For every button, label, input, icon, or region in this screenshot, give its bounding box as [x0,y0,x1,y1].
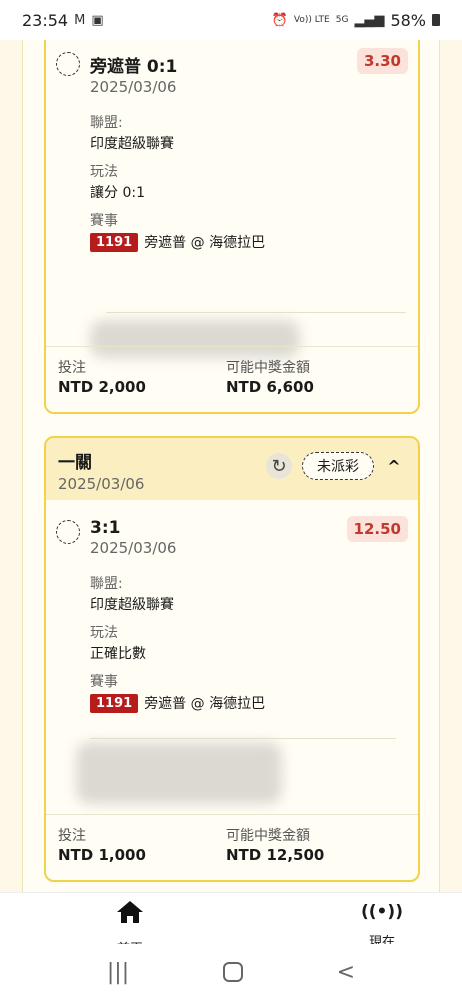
back-icon[interactable]: < [337,960,355,985]
payout-label: 可能中獎金額 [226,360,310,376]
odds-badge: 12.50 [346,516,408,542]
stake-value: NTD 1,000 [58,846,146,864]
home-icon [90,899,170,932]
alarm-icon: ⏰ [271,12,288,28]
league-label: 聯盟: [90,115,123,131]
payout-label: 可能中獎金額 [226,828,310,844]
divider [106,312,406,313]
home-button-icon[interactable] [222,962,243,982]
market-value: 正確比數 [90,646,146,662]
bet-card: 一關 2025/03/06 ↻ 未派彩 ^ 12.50 3:1 2025/03/… [44,436,420,882]
payout-value: NTD 6,600 [226,378,314,396]
bet-footer: 投注 NTD 1,000 可能中獎金額 NTD 12,500 [46,814,418,880]
refresh-icon[interactable]: ↻ [266,453,292,479]
match-name: 旁遮普 @ 海德拉巴 [144,235,266,251]
bet-selection: 3.30 旁遮普 0:1 2025/03/06 聯盟: 印度超級聯賽 玩法 讓分… [46,40,418,252]
market-value: 讓分 0:1 [90,185,145,201]
broadcast-icon: ((•)) [361,902,403,922]
nav-live-label: 現在 [368,935,395,944]
match-name: 旁遮普 @ 海德拉巴 [144,696,266,712]
selection-date: 2025/03/06 [90,78,177,96]
bet-footer: 投注 NTD 2,000 可能中獎金額 NTD 6,600 [46,346,418,412]
league-label: 聯盟: [90,576,123,592]
recent-apps-icon[interactable]: ||| [107,960,129,985]
battery-percent: 58% [390,10,426,30]
stake-label: 投注 [58,828,86,844]
league-value: 印度超級聯賽 [90,597,174,613]
5g-indicator: 5G [335,14,349,25]
bet-list-panel: 3.30 旁遮普 0:1 2025/03/06 聯盟: 印度超級聯賽 玩法 讓分… [22,40,440,892]
status-bar: 23:54 M ▣ ⏰ Vo)) LTE 5G ▂▄▆ 58% [0,0,462,40]
selection-radio[interactable] [56,52,80,76]
chevron-up-icon[interactable]: ^ [384,457,404,476]
battery-icon [432,14,440,26]
selection-radio[interactable] [56,520,80,544]
nav-home[interactable]: 首頁 [90,899,170,944]
match-id-badge: 1191 [90,232,139,252]
divider [90,738,396,739]
gmail-icon: M [74,12,86,28]
clock: 23:54 [22,10,69,30]
payout-value: NTD 12,500 [226,846,325,864]
bet-list[interactable]: 3.30 旁遮普 0:1 2025/03/06 聯盟: 印度超級聯賽 玩法 讓分… [0,40,462,892]
league-value: 印度超級聯賽 [90,136,174,152]
signal-icon: ▂▄▆ [354,12,385,28]
event-label: 賽事 [90,213,118,229]
odds-badge: 3.30 [356,48,408,74]
volte-indicator: Vo)) LTE [293,14,330,25]
event-label: 賽事 [90,674,118,690]
stake-label: 投注 [58,360,86,376]
market-label: 玩法 [90,625,118,641]
match-id-badge: 1191 [90,693,139,713]
stake-value: NTD 2,000 [58,378,146,396]
bottom-nav: 首頁 ((•)) 現在 [0,892,462,944]
bet-card-header[interactable]: 一關 2025/03/06 ↻ 未派彩 ^ [46,438,418,500]
bet-card: 3.30 旁遮普 0:1 2025/03/06 聯盟: 印度超級聯賽 玩法 讓分… [44,40,420,414]
market-label: 玩法 [90,164,118,180]
nav-live[interactable]: ((•)) 現在 [342,899,422,944]
redacted-info [76,742,282,804]
image-icon: ▣ [91,12,104,28]
bet-selection: 12.50 3:1 2025/03/06 聯盟: 印度超級聯賽 玩法 正確比數 … [46,500,418,713]
system-nav-bar: ||| < [0,944,462,1000]
status-badge: 未派彩 [302,452,374,480]
